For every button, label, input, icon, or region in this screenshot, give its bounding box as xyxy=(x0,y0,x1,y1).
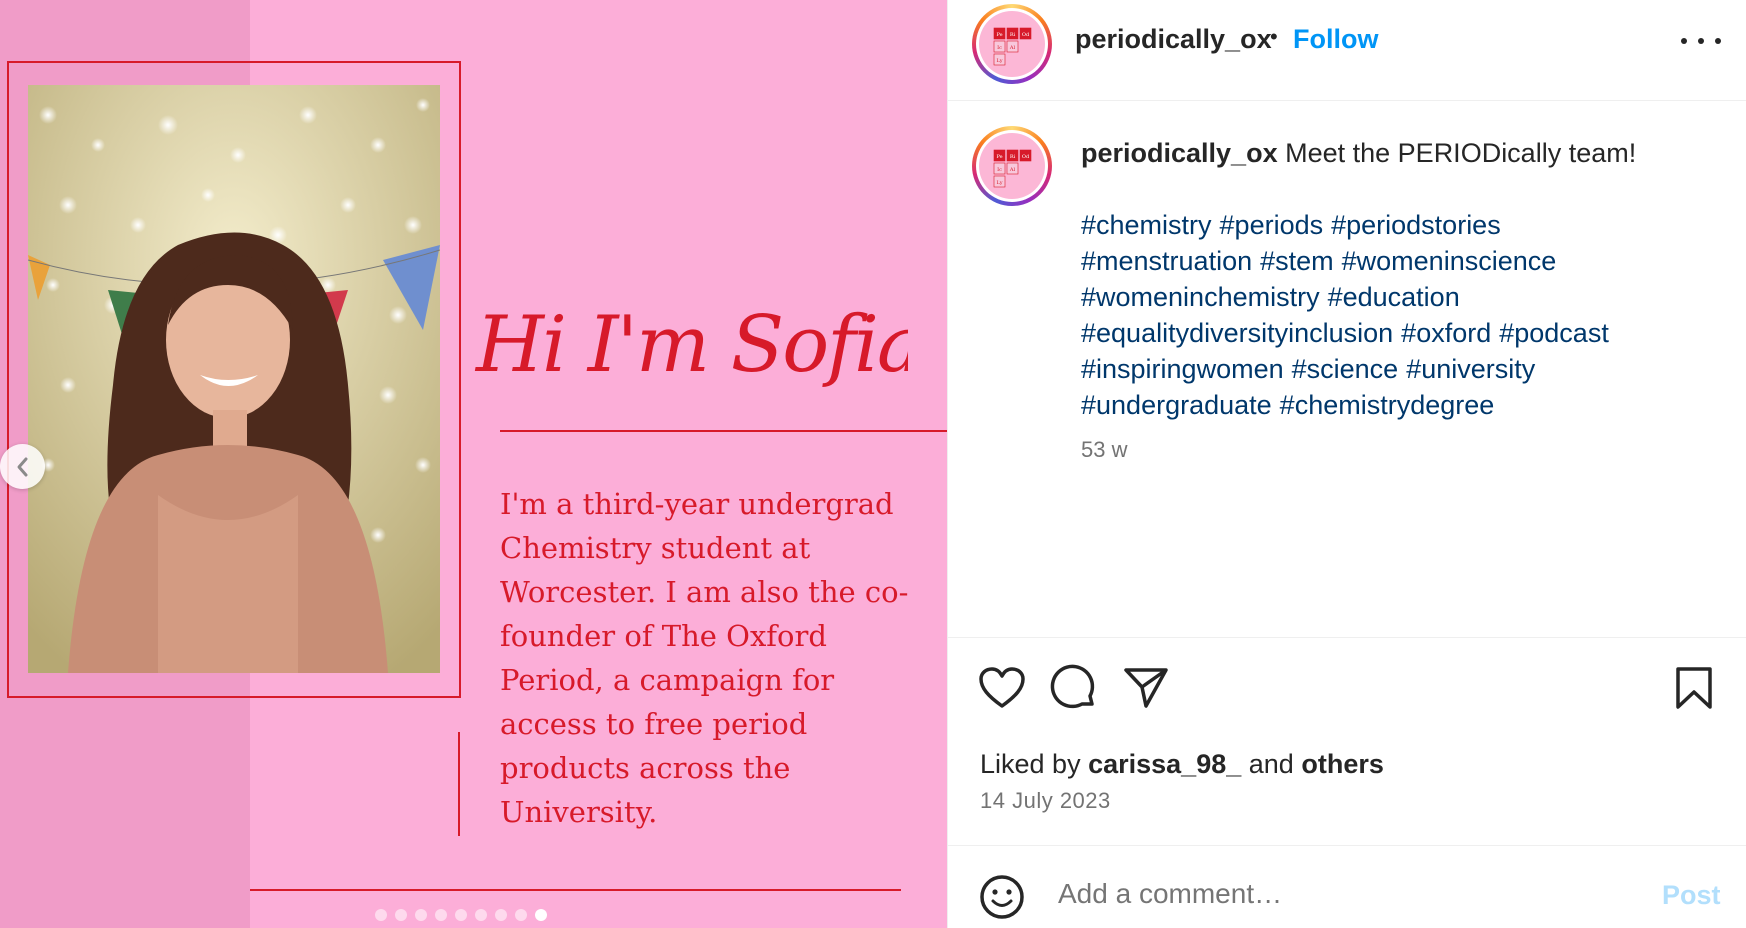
hashtag-link[interactable]: #science xyxy=(1292,354,1399,384)
save-button[interactable] xyxy=(1668,662,1720,714)
instagram-post-view: Hi I'm Sofia! I'm a third-year undergrad… xyxy=(0,0,1746,928)
logo-cell-label: Ic xyxy=(997,45,1002,51)
hashtag-link[interactable]: #periods xyxy=(1220,210,1324,240)
share-icon xyxy=(1124,668,1168,708)
logo-cell-label: Od xyxy=(1022,32,1030,38)
divider-vertical xyxy=(458,732,460,836)
caption-avatar[interactable]: Pe Ri Od Ic Al Ly xyxy=(972,126,1052,206)
carousel-dot xyxy=(515,909,527,921)
carousel-dot xyxy=(495,909,507,921)
hashtag-link[interactable]: #podcast xyxy=(1499,318,1609,348)
likes-summary: Liked by carissa_98_ and others xyxy=(980,749,1384,780)
hashtag-link[interactable]: #education xyxy=(1328,282,1460,312)
comment-button[interactable] xyxy=(1048,662,1100,714)
logo-cell-label: Ly xyxy=(996,180,1002,186)
logo-cell-label: Ri xyxy=(1010,154,1016,160)
more-dot-icon xyxy=(1715,38,1721,44)
hashtag-link[interactable]: #equalitydiversityinclusion xyxy=(1081,318,1393,348)
header-separator: • xyxy=(1270,24,1278,49)
comment-input[interactable] xyxy=(1058,878,1598,910)
more-options-button[interactable] xyxy=(1681,28,1721,54)
carousel-dots xyxy=(375,909,547,921)
periodic-logo-icon: Pe Ri Od Ic Al Ly xyxy=(993,27,1032,66)
post-media[interactable]: Hi I'm Sofia! I'm a third-year undergrad… xyxy=(0,0,947,928)
logo-cell-label: Pe xyxy=(996,32,1002,38)
likes-joiner: and xyxy=(1248,749,1294,779)
comment-divider xyxy=(948,845,1746,846)
hashtag-list: #chemistry #periods #periodstories #menstru… xyxy=(1081,207,1711,423)
logo-cell-label: Pe xyxy=(996,154,1002,160)
emoji-icon xyxy=(980,875,1024,919)
carousel-dot xyxy=(535,909,547,921)
previous-slide-button[interactable] xyxy=(0,444,45,489)
headline-script: Hi I'm Sofia! xyxy=(474,300,908,390)
heart-icon xyxy=(979,667,1025,708)
carousel-dot xyxy=(415,909,427,921)
divider-top xyxy=(500,430,947,432)
hashtag-link[interactable]: #chemistry xyxy=(1081,210,1212,240)
portrait-photo xyxy=(28,85,440,673)
carousel-dot xyxy=(435,909,447,921)
bio-text: I'm a third-year undergrad Chemistry stu… xyxy=(500,487,909,829)
logo-cell-label: Ic xyxy=(997,167,1002,173)
logo-cell-label: Al xyxy=(1009,167,1016,173)
caption: periodically_ox Meet the PERIODically te… xyxy=(1081,135,1711,171)
chevron-left-icon xyxy=(17,457,27,476)
logo-cell-label: Ly xyxy=(996,58,1002,64)
periodic-logo-icon: Pe Ri Od Ic Al Ly xyxy=(993,149,1032,188)
logo-cell-label: Al xyxy=(1009,45,1016,51)
more-dot-icon xyxy=(1681,38,1687,44)
bookmark-icon xyxy=(1676,667,1712,709)
caption-username[interactable]: periodically_ox xyxy=(1081,138,1278,168)
hashtag-link[interactable]: #chemistrydegree xyxy=(1280,390,1495,420)
carousel-dot xyxy=(375,909,387,921)
post-header: Pe Ri Od Ic Al Ly periodically_ox • Follow xyxy=(948,0,1746,101)
comment-icon xyxy=(1050,664,1095,709)
likes-prefix: Liked by xyxy=(980,749,1081,779)
follow-button[interactable]: Follow xyxy=(1293,24,1378,55)
carousel-dot xyxy=(395,909,407,921)
liked-by-user[interactable]: carissa_98_ xyxy=(1088,749,1241,779)
post-comment-button[interactable]: Post xyxy=(1662,880,1721,911)
hashtag-link[interactable]: #inspiringwomen xyxy=(1081,354,1284,384)
header-username[interactable]: periodically_ox xyxy=(1075,24,1272,55)
more-dot-icon xyxy=(1698,38,1704,44)
avatar[interactable]: Pe Ri Od Ic Al Ly xyxy=(972,4,1052,84)
carousel-dot xyxy=(475,909,487,921)
caption-text: Meet the PERIODically team! xyxy=(1285,138,1637,168)
likes-others-link[interactable]: others xyxy=(1301,749,1384,779)
hashtag-link[interactable]: #womeninchemistry xyxy=(1081,282,1320,312)
hashtag-link[interactable]: #periodstories xyxy=(1331,210,1501,240)
logo-cell-label: Ri xyxy=(1010,32,1016,38)
post-panel: Pe Ri Od Ic Al Ly periodically_ox • Follow Pe… xyxy=(947,0,1746,928)
hashtag-link[interactable]: #womeninscience xyxy=(1342,246,1557,276)
post-date[interactable]: 14 July 2023 xyxy=(980,788,1111,814)
share-button[interactable] xyxy=(1120,662,1172,714)
hashtag-link[interactable]: #oxford xyxy=(1401,318,1491,348)
hashtag-link[interactable]: #menstruation xyxy=(1081,246,1252,276)
hashtag-link[interactable]: #university xyxy=(1406,354,1535,384)
like-button[interactable] xyxy=(976,662,1028,714)
hashtag-link[interactable]: #stem xyxy=(1260,246,1334,276)
carousel-dot xyxy=(455,909,467,921)
logo-cell-label: Od xyxy=(1022,154,1030,160)
divider-bottom xyxy=(250,889,901,891)
actions-divider xyxy=(948,637,1746,638)
svg-text:Hi I'm Sofia!: Hi I'm Sofia! xyxy=(474,300,908,390)
hashtag-link[interactable]: #undergraduate xyxy=(1081,390,1272,420)
post-age[interactable]: 53 w xyxy=(1081,437,1127,463)
emoji-button[interactable] xyxy=(976,871,1028,923)
